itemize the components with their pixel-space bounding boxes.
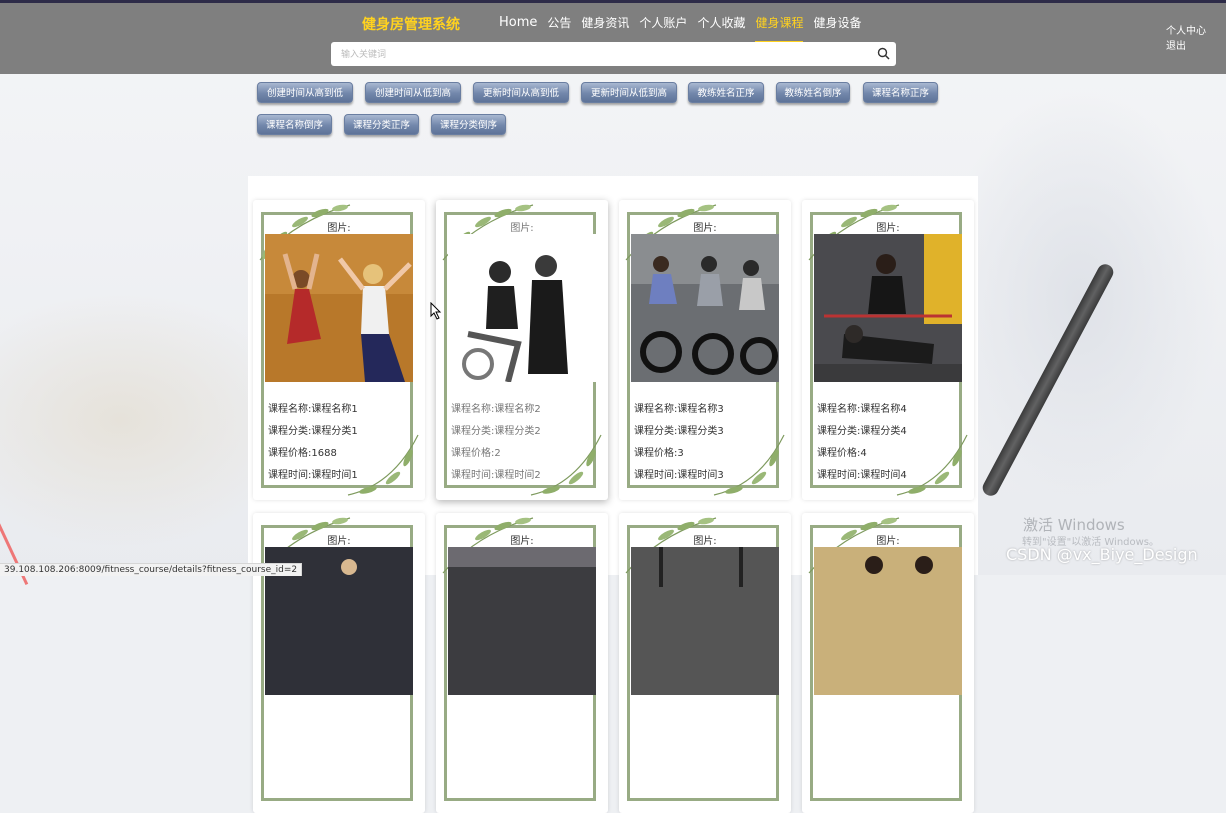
sort-name-asc-button[interactable]: 课程名称正序 [863, 82, 938, 103]
windows-activation-title: 激活 Windows [1023, 516, 1125, 534]
course-list-panel: 图片: 课程名称:课程名称1 课程分类:课程分类1 课程价格:1688 课程时间… [248, 176, 978, 813]
image-label: 图片: [693, 536, 717, 547]
sort-coach-asc-button[interactable]: 教练姓名正序 [688, 82, 764, 103]
nav-fitness-courses[interactable]: 健身课程 [755, 15, 804, 43]
search-icon[interactable] [877, 47, 890, 60]
course-price: 课程价格:3 [634, 448, 684, 459]
sort-category-asc-button[interactable]: 课程分类正序 [344, 114, 419, 135]
nav-fitness-news[interactable]: 健身资讯 [581, 15, 629, 41]
course-name: 课程名称:课程名称4 [817, 404, 907, 415]
leaf-decoration-icon [530, 434, 602, 496]
nav-personal-account[interactable]: 个人账户 [639, 15, 687, 41]
search-input[interactable] [339, 46, 863, 64]
course-time: 课程时间:课程时间1 [268, 470, 358, 481]
course-price: 课程价格:1688 [268, 448, 337, 459]
course-card[interactable]: 图片: 课程名称:课程名称2 课程分类:课程分类2 课程价格:2 课程时间:课程… [436, 200, 608, 500]
course-image [448, 547, 596, 695]
course-time: 课程时间:课程时间2 [451, 470, 541, 481]
csdn-watermark: CSDN @vx_Biye_Design [1006, 545, 1198, 564]
sort-category-desc-button[interactable]: 课程分类倒序 [431, 114, 506, 135]
course-price: 课程价格:4 [817, 448, 867, 459]
nav-home[interactable]: Home [499, 15, 537, 41]
course-image [631, 234, 779, 382]
course-category: 课程分类:课程分类4 [817, 426, 907, 437]
status-bar-url: 39.108.108.206:8009/fitness_course/detai… [0, 563, 303, 576]
sort-created-desc-button[interactable]: 创建时间从高到低 [257, 82, 353, 103]
course-category: 课程分类:课程分类3 [634, 426, 724, 437]
course-category: 课程分类:课程分类1 [268, 426, 358, 437]
course-name: 课程名称:课程名称2 [451, 404, 541, 415]
course-card[interactable]: 图片: [619, 513, 791, 813]
course-card[interactable]: 图片: 课程名称:课程名称4 课程分类:课程分类4 课程价格:4 课程时间:课程… [802, 200, 974, 500]
course-time: 课程时间:课程时间3 [634, 470, 724, 481]
nav-fitness-equipment[interactable]: 健身设备 [813, 15, 861, 41]
course-card[interactable]: 图片: 课程名称:课程名称1 课程分类:课程分类1 课程价格:1688 课程时间… [253, 200, 425, 500]
user-links: 个人中心 退出 [1166, 24, 1206, 54]
image-label: 图片: [510, 223, 534, 234]
course-name: 课程名称:课程名称3 [634, 404, 724, 415]
mouse-cursor-icon [430, 302, 442, 320]
logout-link[interactable]: 退出 [1166, 39, 1206, 54]
course-name: 课程名称:课程名称1 [268, 404, 358, 415]
sort-created-asc-button[interactable]: 创建时间从低到高 [365, 82, 461, 103]
search-box [331, 42, 896, 66]
leaf-decoration-icon [347, 434, 419, 496]
course-image [814, 547, 962, 695]
course-image [265, 234, 413, 382]
site-brand[interactable]: 健身房管理系统 [362, 14, 460, 34]
main-nav: Home 公告 健身资讯 个人账户 个人收藏 健身课程 健身设备 [499, 15, 871, 43]
course-card[interactable]: 图片: [436, 513, 608, 813]
image-label: 图片: [327, 223, 351, 234]
image-label: 图片: [876, 536, 900, 547]
course-time: 课程时间:课程时间4 [817, 470, 907, 481]
image-label: 图片: [510, 536, 534, 547]
course-card[interactable]: 图片: [802, 513, 974, 813]
course-category: 课程分类:课程分类2 [451, 426, 541, 437]
sort-updated-asc-button[interactable]: 更新时间从低到高 [581, 82, 677, 103]
image-label: 图片: [327, 536, 351, 547]
course-image [448, 234, 596, 382]
leaf-decoration-icon [713, 434, 785, 496]
course-price: 课程价格:2 [451, 448, 501, 459]
leaf-decoration-icon [896, 434, 968, 496]
sort-updated-desc-button[interactable]: 更新时间从高到低 [473, 82, 569, 103]
nav-notice[interactable]: 公告 [547, 15, 571, 41]
course-card[interactable]: 图片: [253, 513, 425, 813]
sort-coach-desc-button[interactable]: 教练姓名倒序 [776, 82, 850, 103]
nav-my-favorites[interactable]: 个人收藏 [697, 15, 745, 41]
course-card[interactable]: 图片: 课程名称:课程名称3 课程分类:课程分类3 课程价格:3 课程时间:课程… [619, 200, 791, 500]
image-label: 图片: [876, 223, 900, 234]
sort-name-desc-button[interactable]: 课程名称倒序 [257, 114, 332, 135]
course-image [814, 234, 962, 382]
course-image [631, 547, 779, 695]
image-label: 图片: [693, 223, 717, 234]
user-center-link[interactable]: 个人中心 [1166, 24, 1206, 39]
